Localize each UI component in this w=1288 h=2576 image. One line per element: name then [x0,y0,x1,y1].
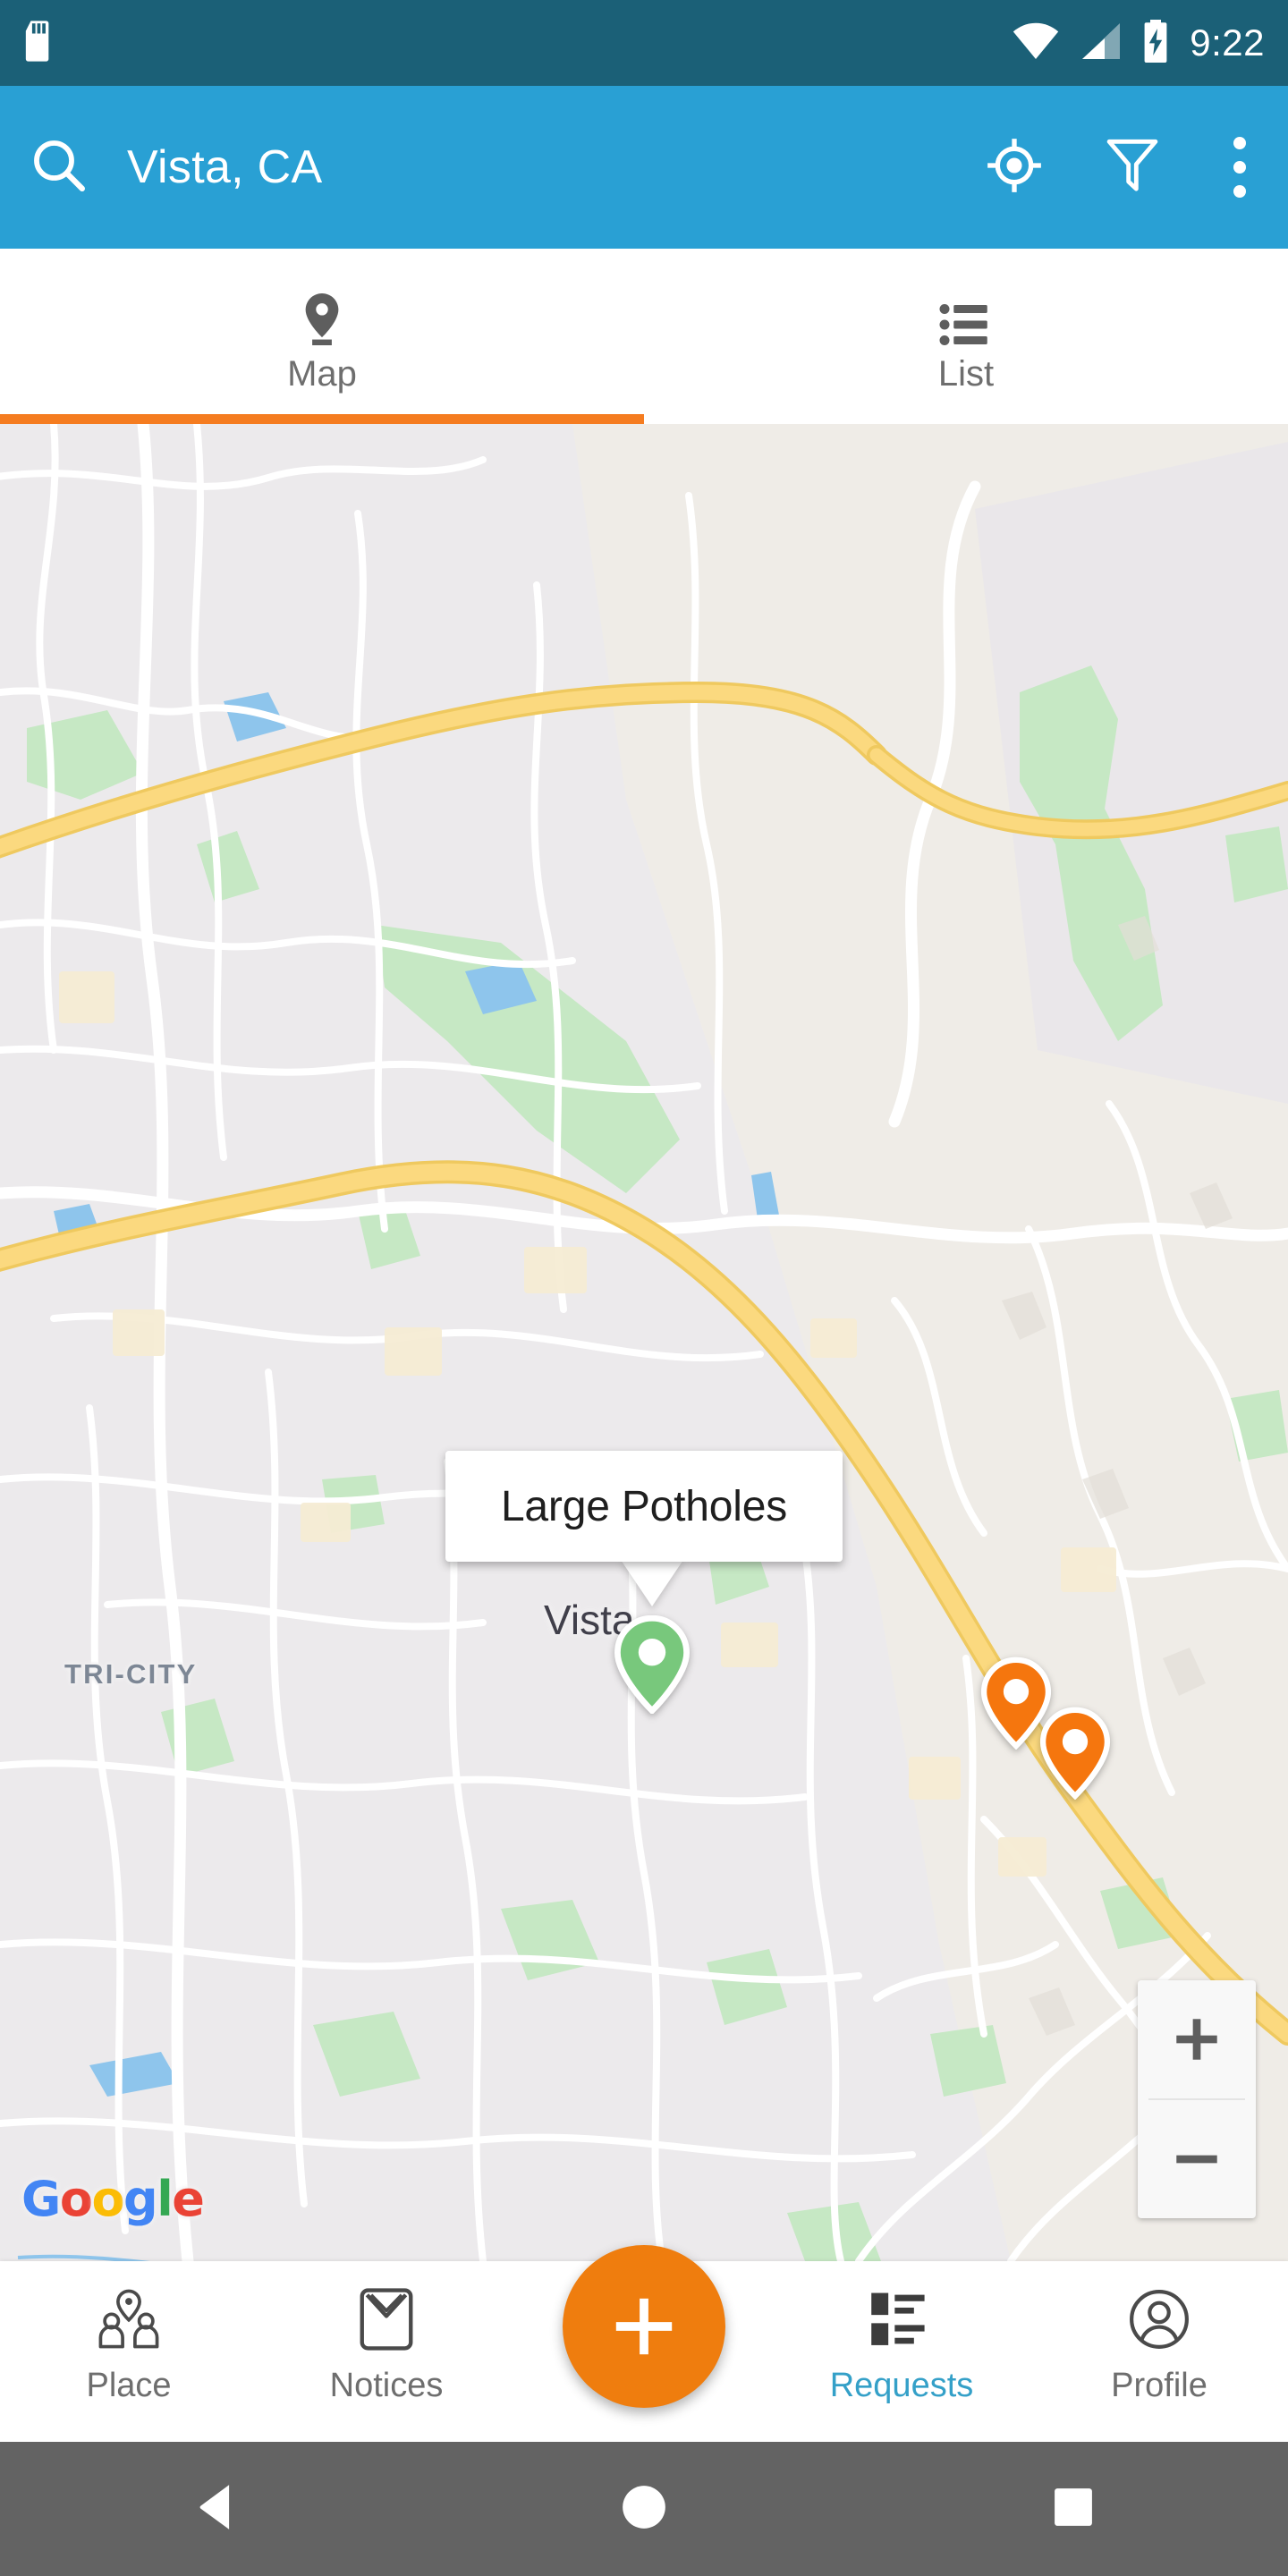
requests-list-icon [869,2284,934,2354]
my-location-icon [986,137,1043,199]
tab-active-indicator [0,414,644,424]
map-canvas[interactable]: TRI-CITY BRESSI RANCH Vista Lake San Mar… [0,424,1288,2261]
app-bar-title: Vista, CA [127,141,323,193]
status-bar-right: 9:22 [1013,19,1265,67]
zoom-out-button[interactable] [1138,2100,1256,2218]
system-recents-button[interactable] [984,2442,1163,2576]
add-icon [615,2298,673,2355]
nav-item-notices[interactable]: Notices [258,2261,515,2405]
profile-person-icon [1129,2284,1190,2354]
system-back-button[interactable] [125,2442,304,2576]
status-bar: 9:22 [0,0,1288,86]
info-window-tail [621,1560,683,1606]
list-icon [939,292,993,347]
wifi-icon [1013,22,1059,64]
filter-button[interactable] [1073,108,1191,226]
request-marker[interactable] [1039,1707,1111,1800]
nav-item-requests[interactable]: Requests [773,2261,1030,2405]
map-pin-icon [297,292,347,347]
envelope-icon [359,2284,414,2354]
minus-icon [1176,2155,1217,2164]
selected-request-marker[interactable] [614,1615,691,1714]
google-attribution-logo: Google [21,2171,205,2227]
nav-item-requests-label: Requests [829,2367,974,2404]
battery-charging-icon [1141,19,1170,67]
recents-square-icon [1053,2487,1094,2532]
app-bar: Vista, CA [0,86,1288,249]
info-window-title: Large Potholes [500,1482,788,1530]
map-tiles [0,424,1288,2261]
back-triangle-icon [194,2482,235,2537]
map-zoom-controls [1138,1980,1256,2218]
tab-bar: Map List [0,249,1288,424]
tab-map-label: Map [287,353,357,394]
map-area-label-tri-city: TRI-CITY [64,1658,198,1690]
system-home-button[interactable] [555,2442,733,2576]
overflow-menu-button[interactable] [1191,108,1288,226]
nav-item-place[interactable]: Place [0,2261,258,2405]
phone-screen: 9:22 Vista, CA Map List TRI-CITY Vista L… [0,0,1288,2576]
tab-map[interactable]: Map [0,249,644,424]
zoom-in-button[interactable] [1138,1980,1256,2098]
nav-item-place-label: Place [86,2367,172,2404]
status-bar-clock: 9:22 [1190,21,1265,64]
nav-item-notices-label: Notices [329,2367,444,2404]
nav-item-profile[interactable]: Profile [1030,2261,1288,2405]
my-location-button[interactable] [955,108,1073,226]
add-request-fab[interactable] [563,2245,725,2408]
sd-card-icon [23,20,54,67]
filter-funnel-icon [1106,138,1159,198]
home-circle-icon [621,2484,667,2535]
overflow-menu-icon [1233,137,1246,198]
cellular-signal-icon [1079,22,1122,64]
search-button[interactable] [0,136,118,199]
android-system-nav [0,2442,1288,2576]
tab-list[interactable]: List [644,249,1288,424]
nav-item-profile-label: Profile [1111,2367,1208,2404]
place-people-icon [96,2284,162,2354]
search-icon [30,136,89,199]
plus-icon [1176,2019,1217,2060]
tab-list-label: List [937,353,995,394]
info-window[interactable]: Large Potholes [445,1451,843,1562]
status-bar-left [23,20,54,67]
